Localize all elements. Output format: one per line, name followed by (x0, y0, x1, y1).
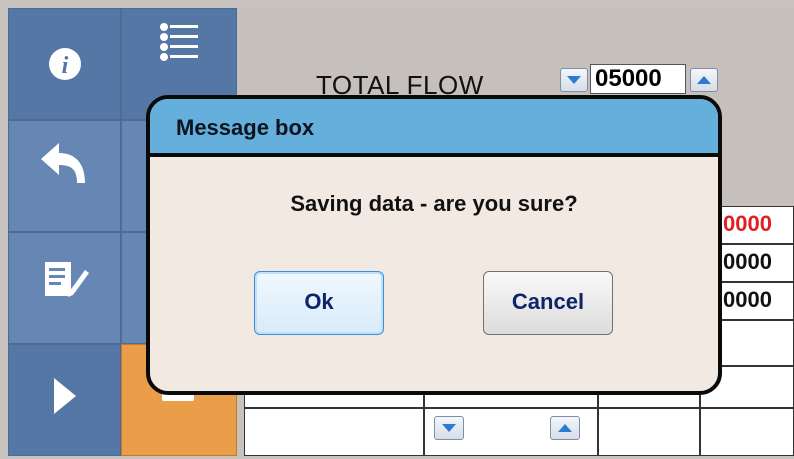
flow-decrement-button[interactable] (560, 68, 588, 92)
ok-button[interactable]: Ok (254, 271, 384, 335)
next-button[interactable] (8, 344, 121, 456)
chevron-up-icon (697, 76, 711, 84)
table-cell-value-red[interactable]: 0000 (718, 206, 794, 244)
edit-icon (44, 262, 89, 298)
chevron-down-icon (567, 76, 581, 84)
next-icon (53, 377, 76, 414)
dialog-message: Saving data - are you sure? (290, 191, 578, 216)
svg-text:i: i (61, 53, 68, 79)
list-icon (160, 23, 198, 61)
back-button[interactable] (8, 120, 121, 232)
table-cell-value[interactable]: 0000 (718, 244, 794, 282)
flow-value-field[interactable]: 05000 (590, 64, 686, 94)
message-box-dialog: Message box Saving data - are you sure? … (146, 95, 722, 395)
info-icon: i (48, 48, 81, 80)
row-increment-button[interactable] (550, 416, 580, 440)
chevron-up-icon (558, 424, 572, 432)
edit-button[interactable] (8, 232, 121, 344)
table-cell-value[interactable]: 0000 (718, 282, 794, 320)
table-cell-empty[interactable] (718, 320, 794, 366)
back-icon (40, 142, 85, 183)
table-cell-empty[interactable] (700, 408, 794, 456)
dialog-title: Message box (150, 99, 718, 157)
table-cell-empty[interactable] (244, 408, 424, 456)
chevron-down-icon (442, 424, 456, 432)
row-decrement-button[interactable] (434, 416, 464, 440)
table-cell-empty[interactable] (598, 408, 700, 456)
info-button[interactable]: i (8, 8, 121, 120)
flow-increment-button[interactable] (690, 68, 718, 92)
cancel-button[interactable]: Cancel (483, 271, 613, 335)
